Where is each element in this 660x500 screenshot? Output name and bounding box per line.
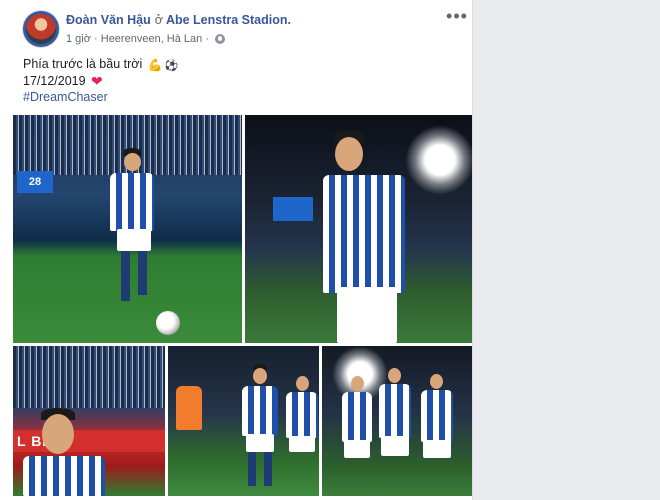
post-text-line: Phía trước là bầu trời 💪 ⚽ [23,57,178,72]
more-icon[interactable]: ••• [446,7,468,26]
heart-icon: ❤ [91,73,103,89]
avatar[interactable] [23,11,59,47]
fans-in-stands [13,346,165,408]
post-header: Đoàn Văn Hậu ở Abe Lenstra Stadion. [66,13,291,27]
avatar-image [26,14,56,44]
floodlight [405,125,472,195]
meta-dot: · [205,33,209,46]
seat-number-sign: 28 [17,171,53,193]
hashtag-link[interactable]: #DreamChaser [23,90,108,104]
photo-selfie-with-fans[interactable]: L BIE [13,346,165,496]
soccer-ball [156,311,180,335]
place-link[interactable]: Abe Lenstra Stadion. [166,13,291,27]
author-name-link[interactable]: Đoàn Văn Hậu [66,13,151,27]
photo-team-celebrating[interactable] [322,346,472,496]
flexed-biceps-icon: 💪 [147,58,163,72]
advertising-board: L BIE [13,430,165,452]
meta-dot: · [94,33,98,46]
goalkeeper-figure [176,386,202,430]
post-text: Phía trước là bầu trời [23,57,143,71]
photo-player-clapping[interactable] [245,115,472,343]
facebook-post: Đoàn Văn Hậu ở Abe Lenstra Stadion. 1 giờ … [0,0,473,500]
stadium-screen [273,197,313,221]
photo-player-with-ball[interactable]: 28 [13,115,242,343]
location-link[interactable]: Heerenveen, Hà Lan [101,33,203,45]
post-time-link[interactable]: 1 giờ [66,33,91,45]
author-place-separator: ở [154,13,163,27]
globe-icon[interactable] [215,34,226,45]
post-meta: 1 giờ · Heerenveen, Hà Lan · [66,33,226,46]
photo-team-walking[interactable] [168,346,319,496]
post-date: 17/12/2019 [23,74,86,88]
soccer-ball-icon: ⚽ [164,60,179,72]
hashtag-line: #DreamChaser [23,90,108,104]
post-date-line: 17/12/2019 ❤ [23,73,103,90]
